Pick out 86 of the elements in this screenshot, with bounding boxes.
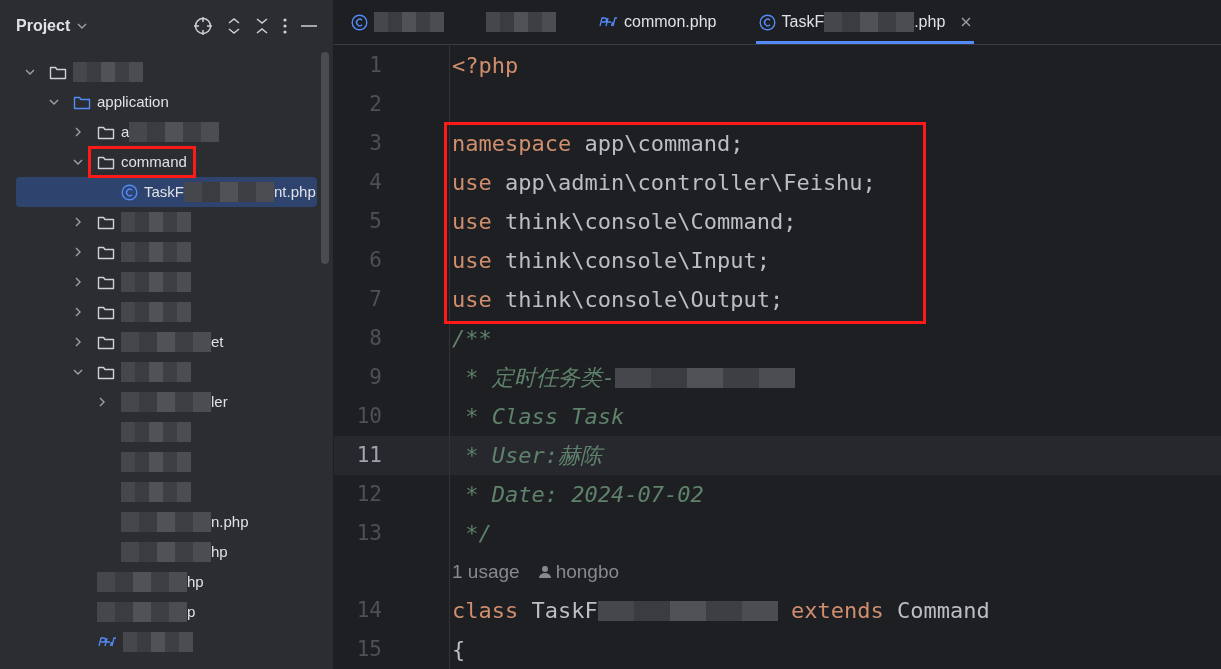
code-comment: */ (464, 520, 492, 548)
panel-title[interactable]: Project (16, 14, 71, 38)
editor-tab[interactable]: TaskF .php (755, 0, 975, 44)
tree-item[interactable]: a (16, 117, 317, 147)
item-label: command (121, 151, 187, 172)
folder-icon (97, 364, 115, 380)
code-keyword: class (452, 597, 519, 625)
class-icon (351, 13, 368, 31)
tree-item[interactable]: hp (16, 567, 317, 597)
item-label: nt.php (274, 181, 316, 202)
code-keyword: use (452, 247, 492, 275)
code-text: app\command; (583, 130, 744, 158)
folder-icon (73, 94, 91, 110)
code-keyword: extends (789, 597, 885, 625)
item-label: hp (211, 541, 228, 562)
tree-item[interactable]: ler (16, 387, 317, 417)
code-keyword: use (452, 208, 492, 236)
code-text: app\admin\controller\Feishu; (504, 169, 876, 197)
code-comment: * Date: 2024-07-02 (464, 481, 704, 509)
item-label: .php (914, 12, 946, 32)
blur-mask (123, 632, 193, 652)
folder-icon (49, 64, 67, 80)
close-icon[interactable] (961, 17, 972, 27)
blur-mask (121, 302, 191, 322)
php-file-icon (97, 637, 117, 647)
item-label: a (121, 121, 130, 142)
item-label: TaskF (781, 12, 825, 32)
blur-mask (121, 422, 191, 442)
code-text: Command (896, 597, 990, 625)
code-keyword: use (452, 169, 492, 197)
tree-item[interactable]: n.php (16, 507, 317, 537)
tree-item[interactable]: hp (16, 537, 317, 567)
item-label: et (211, 331, 224, 352)
item-label: n.php (211, 511, 249, 532)
item-label: common.php (624, 12, 717, 32)
blur-mask (486, 12, 556, 32)
code-comment: /** (452, 325, 492, 353)
tree-item[interactable]: command (16, 147, 317, 177)
person-icon (537, 565, 552, 579)
more-icon[interactable] (283, 17, 287, 35)
line-number: 11 (355, 441, 382, 469)
tree-item[interactable]: application (16, 87, 317, 117)
folder-icon (97, 154, 115, 170)
blur-mask (121, 212, 191, 232)
code-keyword: use (452, 286, 492, 314)
folder-icon (97, 214, 115, 230)
minimize-icon[interactable] (301, 24, 317, 28)
code-text: { (452, 636, 466, 664)
blur-mask (121, 482, 191, 502)
blur-mask (121, 452, 191, 472)
code-comment: * 定时任务类- (464, 364, 615, 392)
code-comment: * Class Task (464, 403, 625, 431)
code-keyword: namespace (452, 130, 572, 158)
folder-icon (97, 304, 115, 320)
tree-item[interactable]: TaskF nt.php (16, 177, 317, 207)
collapse-icon[interactable] (255, 17, 269, 35)
code-text: think\console\Output; (504, 286, 784, 314)
editor-tab[interactable]: common.php (595, 0, 720, 44)
blur-mask (73, 62, 143, 82)
php-file-icon (598, 17, 618, 27)
code-keyword: <?php (452, 52, 519, 80)
class-icon (121, 183, 138, 201)
item-label: ler (211, 391, 228, 412)
blur-mask (121, 242, 191, 262)
blur-mask (121, 272, 191, 292)
item-label: application (97, 91, 169, 112)
folder-icon (97, 244, 115, 260)
blur-mask (374, 12, 444, 32)
author-hint[interactable]: hongbo (555, 557, 620, 587)
tree-item[interactable]: p (16, 597, 317, 627)
folder-icon (97, 124, 115, 140)
expand-icon[interactable] (227, 17, 241, 35)
code-text: think\console\Input; (504, 247, 770, 275)
code-text: TaskF (530, 597, 598, 625)
item-label: p (187, 601, 196, 622)
item-label: TaskF (144, 181, 184, 202)
usage-hint[interactable]: 1 usage (452, 557, 520, 587)
code-text: think\console\Command; (504, 208, 797, 236)
scrollbar[interactable] (321, 52, 329, 264)
blur-mask (121, 362, 191, 382)
item-label: hp (187, 571, 204, 592)
class-icon (758, 13, 776, 31)
folder-icon (97, 334, 115, 350)
folder-icon (97, 274, 115, 290)
tree-item[interactable]: et (16, 327, 317, 357)
target-icon[interactable] (193, 16, 213, 36)
